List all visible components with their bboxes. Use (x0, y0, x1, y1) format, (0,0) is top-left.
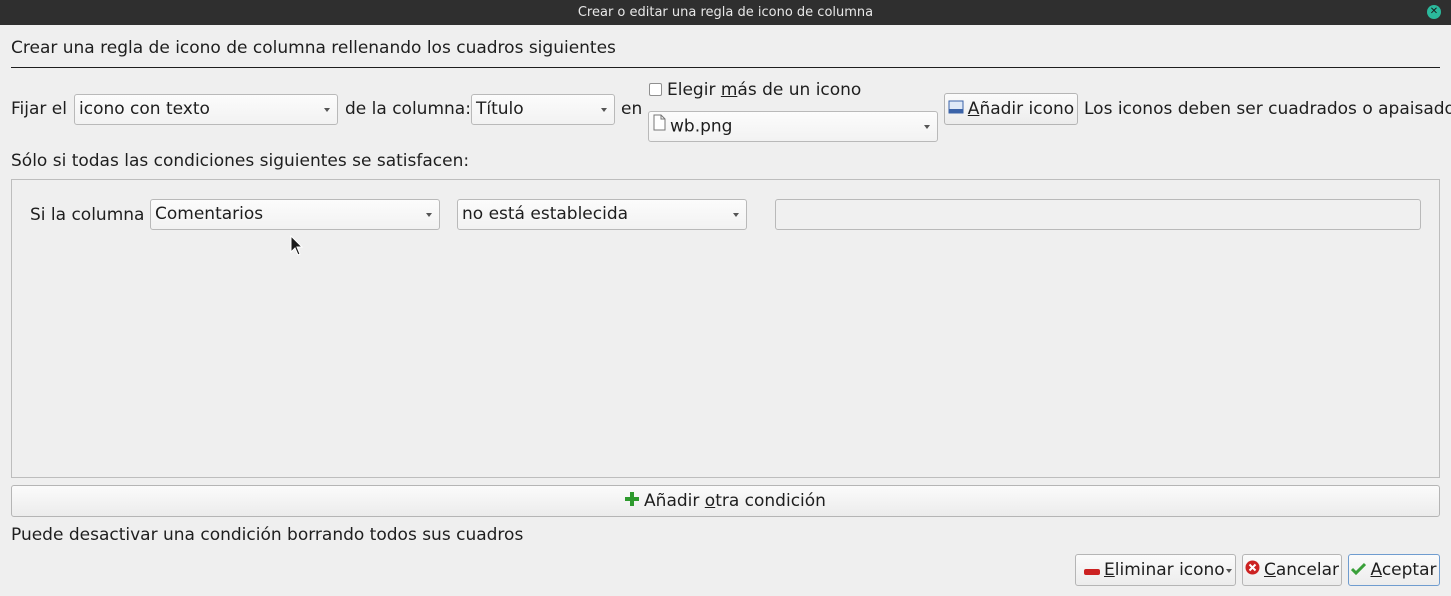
chevron-down-icon (733, 213, 739, 217)
condition-operator-value: no está establecida (462, 204, 629, 224)
file-icon (653, 112, 666, 141)
conditions-label: Sólo si todas las condiciones siguientes… (11, 151, 470, 171)
close-icon[interactable]: ✕ (1427, 5, 1441, 19)
plus-icon (625, 486, 640, 516)
chevron-down-icon (1226, 569, 1232, 573)
in-label: en (621, 99, 643, 119)
icon-kind-select[interactable]: icono con texto (74, 94, 338, 125)
set-label: Fijar el (11, 99, 67, 119)
icon-file-value: wb.png (670, 116, 733, 137)
title-bar: Crear o editar una regla de icono de col… (0, 0, 1451, 25)
accept-label: ceptar (1381, 560, 1437, 580)
condition-operator-select[interactable]: no está establecida (457, 199, 747, 230)
image-icon (948, 94, 964, 124)
dialog-heading: Crear una regla de icono de columna rell… (11, 38, 616, 58)
remove-mnemonic: E (1104, 560, 1115, 580)
minus-icon (1084, 555, 1100, 585)
icon-kind-value: icono con texto (79, 99, 210, 119)
condition-column-value: Comentarios (155, 204, 264, 224)
add-condition-label-pre: Añadir (644, 491, 705, 511)
mouse-cursor-icon (290, 234, 304, 262)
window-title: Crear o editar una regla de icono de col… (577, 5, 874, 20)
add-icon-mnemonic: A (967, 99, 980, 119)
chevron-down-icon (426, 213, 432, 217)
add-icon-label: ñadir icono (979, 99, 1075, 119)
column-value: Título (476, 99, 524, 119)
add-condition-label-post: tra condición (715, 491, 826, 511)
multi-icon-label: Elegir más de un icono (667, 80, 861, 100)
condition-value-input[interactable] (775, 199, 1421, 230)
footer-hint: Puede desactivar una condición borrando … (11, 525, 524, 545)
column-label: de la columna: (345, 99, 471, 119)
add-condition-button[interactable]: Añadir otra condición (11, 485, 1440, 517)
separator (11, 67, 1440, 68)
checkmark-icon (1351, 555, 1367, 585)
if-column-label: Si la columna (30, 205, 145, 225)
cancel-icon (1245, 555, 1260, 585)
conditions-panel: Si la columna Comentarios no está establ… (11, 179, 1440, 478)
cancel-mnemonic: C (1263, 560, 1276, 580)
multi-icon-label-mnemonic: m (720, 80, 738, 100)
remove-label: liminar icono (1114, 560, 1225, 580)
add-icon-button[interactable]: Añadir icono (944, 93, 1078, 125)
multi-icon-label-pre: Elegir (667, 80, 721, 100)
multi-icon-label-post: ás de un icono (737, 80, 862, 100)
remove-icon-button[interactable]: Eliminar icono (1075, 554, 1236, 586)
chevron-down-icon (601, 108, 607, 112)
chevron-down-icon (924, 125, 930, 129)
column-select[interactable]: Título (471, 94, 615, 125)
add-condition-mnemonic: o (704, 491, 716, 511)
multi-icon-checkbox[interactable] (649, 83, 662, 96)
cancel-label: ancelar (1275, 560, 1339, 580)
condition-column-select[interactable]: Comentarios (150, 199, 440, 230)
accept-button[interactable]: Aceptar (1348, 554, 1440, 586)
icon-file-select[interactable]: wb.png (648, 111, 938, 142)
cancel-button[interactable]: Cancelar (1242, 554, 1342, 586)
icon-hint: Los iconos deben ser cuadrados o apaisad… (1084, 99, 1451, 119)
accept-mnemonic: A (1370, 560, 1382, 580)
chevron-down-icon (324, 108, 330, 112)
